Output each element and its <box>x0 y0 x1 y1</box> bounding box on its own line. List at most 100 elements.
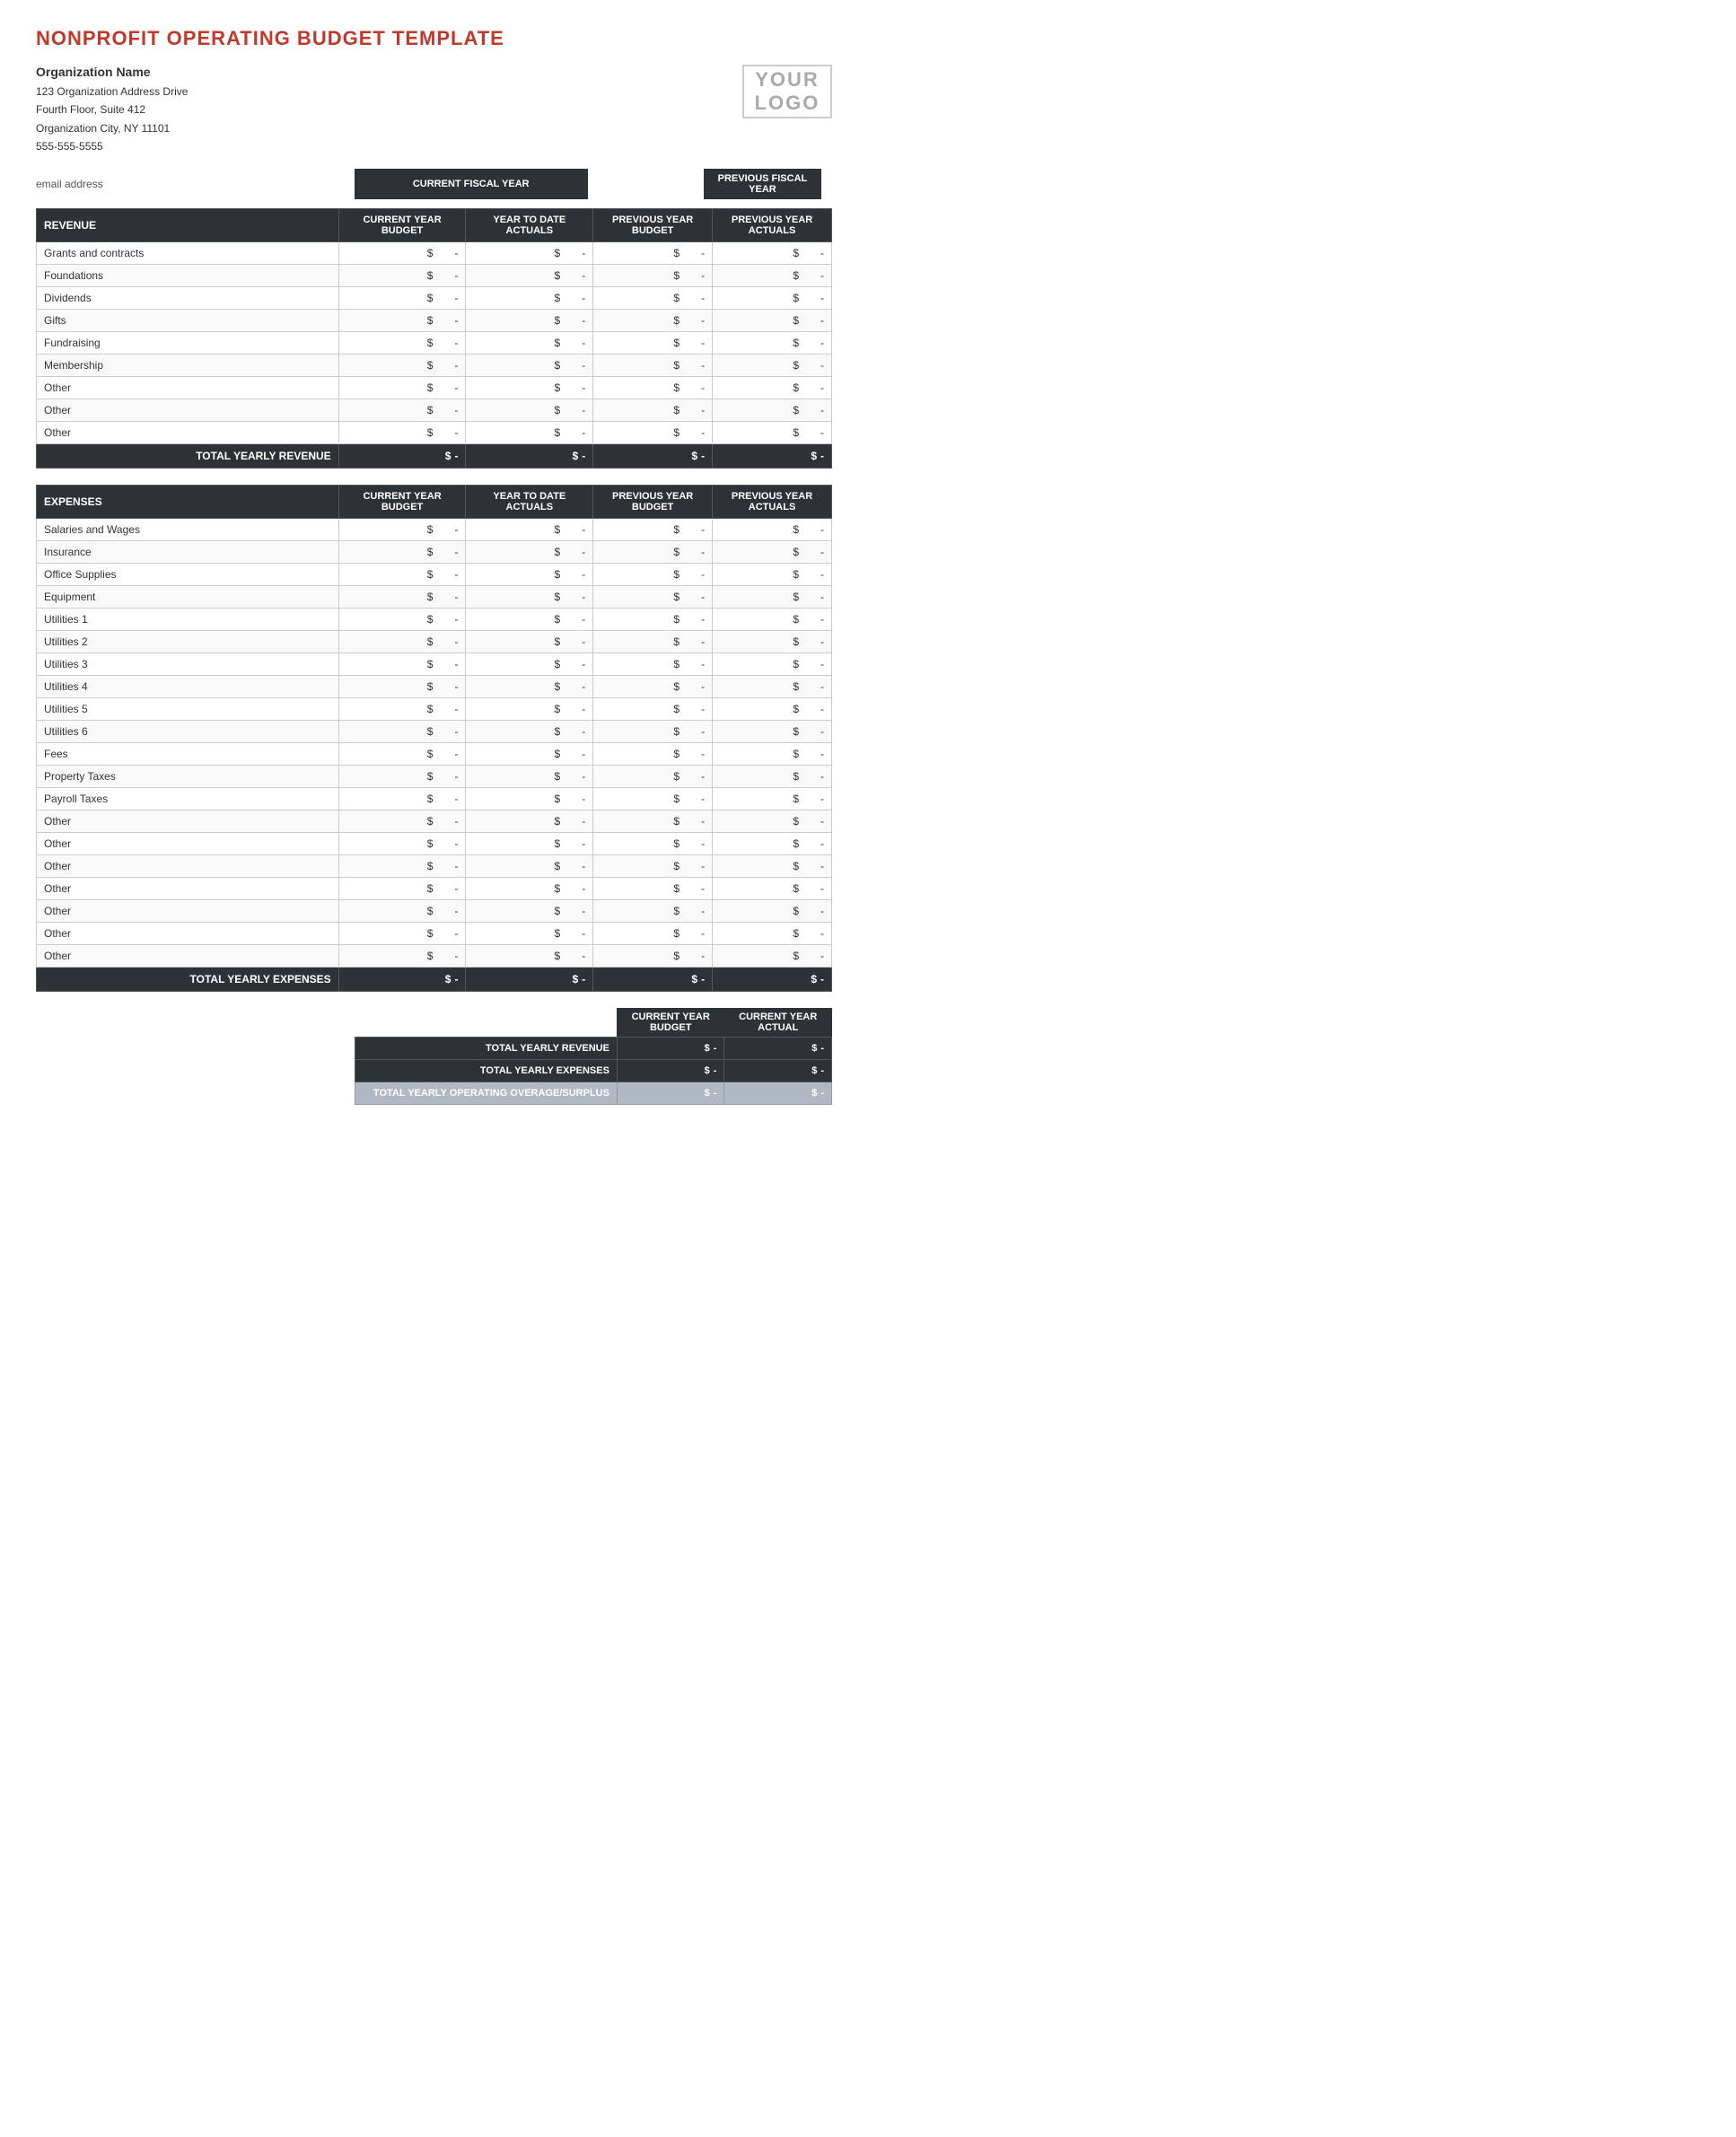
expense-row: Other $ - $ - $ - $ - <box>37 922 832 944</box>
expense-row: Utilities 1 $ - $ - $ - $ - <box>37 608 832 630</box>
revenue-row-col4: $ - <box>713 398 832 421</box>
expense-row-col3: $ - <box>593 518 713 540</box>
expense-row-label: Utilities 5 <box>37 697 339 720</box>
revenue-total-label: TOTAL YEARLY REVENUE <box>37 443 339 468</box>
expense-row-col1: $ - <box>338 742 466 765</box>
spacer2 <box>821 169 832 199</box>
expense-row-col1: $ - <box>338 944 466 967</box>
exp-col-prev-actuals: PREVIOUS YEAR ACTUALS <box>713 485 832 518</box>
expense-row-col3: $ - <box>593 585 713 608</box>
revenue-row-col4: $ - <box>713 376 832 398</box>
expense-row: Utilities 3 $ - $ - $ - $ - <box>37 652 832 675</box>
summary-table: CURRENT YEAR BUDGET CURRENT YEAR ACTUAL … <box>355 1008 832 1105</box>
revenue-total-row: TOTAL YEARLY REVENUE $- $- $- $- <box>37 443 832 468</box>
expense-row-col2: $ - <box>466 922 593 944</box>
expense-row-col3: $ - <box>593 697 713 720</box>
summary-revenue-label: TOTAL YEARLY REVENUE <box>355 1037 617 1059</box>
summary-expenses-val2: $- <box>724 1059 832 1082</box>
expense-row-col3: $ - <box>593 877 713 899</box>
expense-row-col4: $ - <box>713 585 832 608</box>
expense-row-col3: $ - <box>593 899 713 922</box>
expense-row-col1: $ - <box>338 630 466 652</box>
expense-row-col3: $ - <box>593 944 713 967</box>
revenue-row-col1: $ - <box>338 286 466 309</box>
revenue-row-col2: $ - <box>466 354 593 376</box>
expense-row-col2: $ - <box>466 854 593 877</box>
expense-row: Other $ - $ - $ - $ - <box>37 854 832 877</box>
expenses-total-row: TOTAL YEARLY EXPENSES $- $- $- $- <box>37 967 832 991</box>
expense-row-label: Property Taxes <box>37 765 339 787</box>
expense-row-label: Utilities 1 <box>37 608 339 630</box>
revenue-row-col4: $ - <box>713 331 832 354</box>
expense-row-col3: $ - <box>593 810 713 832</box>
expense-row-col4: $ - <box>713 608 832 630</box>
revenue-row-col2: $ - <box>466 398 593 421</box>
expense-row-col3: $ - <box>593 630 713 652</box>
summary-col1-header: CURRENT YEAR BUDGET <box>617 1008 724 1038</box>
org-info: Organization Name 123 Organization Addre… <box>36 65 188 156</box>
expense-row-label: Other <box>37 944 339 967</box>
revenue-row-col2: $ - <box>466 286 593 309</box>
expense-row-col4: $ - <box>713 877 832 899</box>
expense-row-col3: $ - <box>593 854 713 877</box>
expense-row-label: Utilities 2 <box>37 630 339 652</box>
summary-col2-header: CURRENT YEAR ACTUAL <box>724 1008 832 1038</box>
revenue-row-col3: $ - <box>593 309 713 331</box>
expense-row-col4: $ - <box>713 922 832 944</box>
expense-row-label: Insurance <box>37 540 339 563</box>
expense-row-col1: $ - <box>338 518 466 540</box>
expense-row-label: Utilities 6 <box>37 720 339 742</box>
expense-row-col4: $ - <box>713 563 832 585</box>
expense-row-col4: $ - <box>713 832 832 854</box>
expenses-total-label: TOTAL YEARLY EXPENSES <box>37 967 339 991</box>
logo-box: YOURLOGO <box>742 65 832 118</box>
summary-expenses-val1: $- <box>617 1059 724 1082</box>
summary-surplus-row: TOTAL YEARLY OPERATING OVERAGE/SURPLUS $… <box>355 1082 831 1104</box>
revenue-total-col2: $- <box>466 443 593 468</box>
revenue-row: Other $ - $ - $ - $ - <box>37 398 832 421</box>
revenue-row-label: Fundraising <box>37 331 339 354</box>
revenue-row-col2: $ - <box>466 331 593 354</box>
revenue-row-col2: $ - <box>466 421 593 443</box>
expense-row-col2: $ - <box>466 944 593 967</box>
revenue-row-col4: $ - <box>713 286 832 309</box>
revenue-total-col1: $- <box>338 443 466 468</box>
expense-row-col2: $ - <box>466 540 593 563</box>
expense-row-col1: $ - <box>338 697 466 720</box>
revenue-row-col4: $ - <box>713 309 832 331</box>
expense-row-label: Other <box>37 922 339 944</box>
expense-row-col1: $ - <box>338 608 466 630</box>
revenue-row-col2: $ - <box>466 376 593 398</box>
previous-fiscal-header: PREVIOUS FISCAL YEAR <box>704 169 821 199</box>
summary-revenue-val1: $- <box>617 1037 724 1059</box>
revenue-row: Dividends $ - $ - $ - $ - <box>37 286 832 309</box>
expense-row: Insurance $ - $ - $ - $ - <box>37 540 832 563</box>
expense-row: Payroll Taxes $ - $ - $ - $ - <box>37 787 832 810</box>
expense-row-col2: $ - <box>466 608 593 630</box>
expense-row: Other $ - $ - $ - $ - <box>37 832 832 854</box>
expense-row: Utilities 2 $ - $ - $ - $ - <box>37 630 832 652</box>
expense-row-label: Fees <box>37 742 339 765</box>
expense-row-label: Other <box>37 810 339 832</box>
expense-row-col3: $ - <box>593 675 713 697</box>
expense-row-col1: $ - <box>338 899 466 922</box>
revenue-row: Grants and contracts $ - $ - $ - $ - <box>37 241 832 264</box>
expense-row-label: Payroll Taxes <box>37 787 339 810</box>
expense-row-col2: $ - <box>466 720 593 742</box>
expense-row-col1: $ - <box>338 854 466 877</box>
expense-row-col2: $ - <box>466 787 593 810</box>
spacer1 <box>588 169 704 199</box>
org-address2: Fourth Floor, Suite 412 <box>36 101 188 118</box>
expense-row-label: Utilities 4 <box>37 675 339 697</box>
expense-row-label: Office Supplies <box>37 563 339 585</box>
expense-row: Utilities 6 $ - $ - $ - $ - <box>37 720 832 742</box>
expense-row-label: Other <box>37 832 339 854</box>
expense-row-col4: $ - <box>713 742 832 765</box>
revenue-row-col1: $ - <box>338 354 466 376</box>
expense-row-col4: $ - <box>713 630 832 652</box>
expenses-total-col2: $- <box>466 967 593 991</box>
expense-row-label: Equipment <box>37 585 339 608</box>
revenue-row: Membership $ - $ - $ - $ - <box>37 354 832 376</box>
summary-expenses-label: TOTAL YEARLY EXPENSES <box>355 1059 617 1082</box>
revenue-row-col4: $ - <box>713 421 832 443</box>
